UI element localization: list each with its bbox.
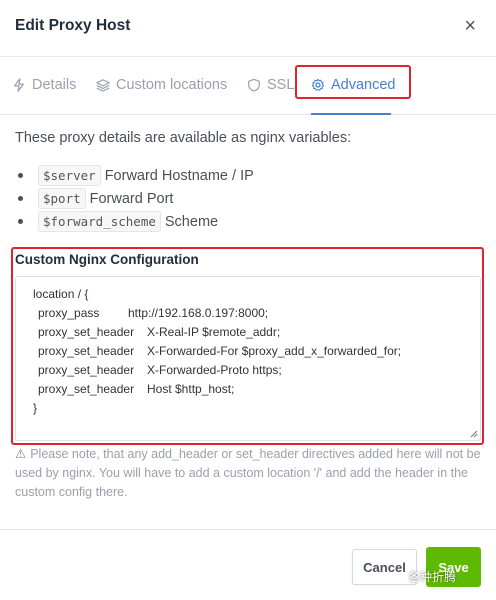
tab-ssl-label: SSL	[267, 77, 295, 93]
bullet	[18, 173, 23, 178]
modal-header: Edit Proxy Host ×	[0, 0, 496, 57]
note-text: Please note, that any add_header or set_…	[15, 447, 481, 499]
variables-list: $server Forward Hostname / IP $port Forw…	[18, 164, 254, 233]
config-line: X-Real-IP $remote_addr;	[147, 325, 281, 339]
active-tab-indicator	[311, 113, 391, 115]
tab-bar: Details Custom locations SSL Advanced	[0, 56, 496, 115]
variable-code: $server	[38, 165, 101, 186]
shield-icon	[248, 78, 260, 92]
config-line: Host $http_host;	[147, 382, 235, 396]
tab-custom-locations[interactable]: Custom locations	[96, 74, 227, 96]
close-icon[interactable]: ×	[464, 14, 476, 38]
config-line: proxy_set_header	[38, 382, 135, 396]
resize-handle-icon[interactable]	[470, 430, 478, 438]
tab-ssl[interactable]: SSL	[247, 74, 294, 96]
config-line: X-Forwarded-Proto https;	[147, 363, 282, 377]
tab-custom-locations-label: Custom locations	[116, 77, 228, 93]
list-item: $port Forward Port	[18, 187, 254, 210]
config-line: proxy_set_header	[38, 344, 135, 358]
variable-desc: Forward Port	[89, 190, 174, 207]
list-item: $forward_scheme Scheme	[18, 210, 254, 233]
tab-details[interactable]: Details	[12, 74, 76, 96]
highlight-box-advanced-tab	[295, 65, 411, 99]
list-item: $server Forward Hostname / IP	[18, 164, 254, 187]
config-line: X-Forwarded-For $proxy_add_x_forwarded_f…	[147, 344, 402, 358]
header-directive-note: ⚠ Please note, that any add_header or set…	[15, 445, 485, 502]
config-line: proxy_pass	[38, 306, 100, 320]
variable-code: $port	[38, 188, 86, 209]
bullet	[18, 196, 23, 201]
warning-icon: ⚠	[15, 447, 27, 461]
config-label: Custom Nginx Configuration	[15, 252, 199, 267]
variables-intro: These proxy details are available as ngi…	[15, 130, 352, 146]
edit-proxy-host-modal: Edit Proxy Host × Details Custom locatio…	[0, 0, 496, 599]
config-line: proxy_set_header	[38, 363, 135, 377]
bullet	[18, 219, 23, 224]
variable-desc: Forward Hostname / IP	[104, 167, 254, 184]
tab-details-label: Details	[32, 77, 77, 93]
config-line: proxy_set_header	[38, 325, 135, 339]
config-line: location / {	[33, 287, 89, 301]
watermark-text: 各种折腾	[408, 570, 457, 584]
variable-desc: Scheme	[164, 213, 219, 230]
config-line: }	[33, 401, 38, 415]
modal-footer	[0, 529, 496, 600]
modal-title: Edit Proxy Host	[15, 17, 131, 34]
custom-config-textarea[interactable]: location / { proxy_pass http://192.168.0…	[15, 276, 481, 441]
config-line: http://192.168.0.197:8000;	[128, 306, 269, 320]
layers-icon	[96, 79, 110, 92]
bolt-icon	[14, 78, 24, 92]
variable-code: $forward_scheme	[38, 211, 161, 232]
